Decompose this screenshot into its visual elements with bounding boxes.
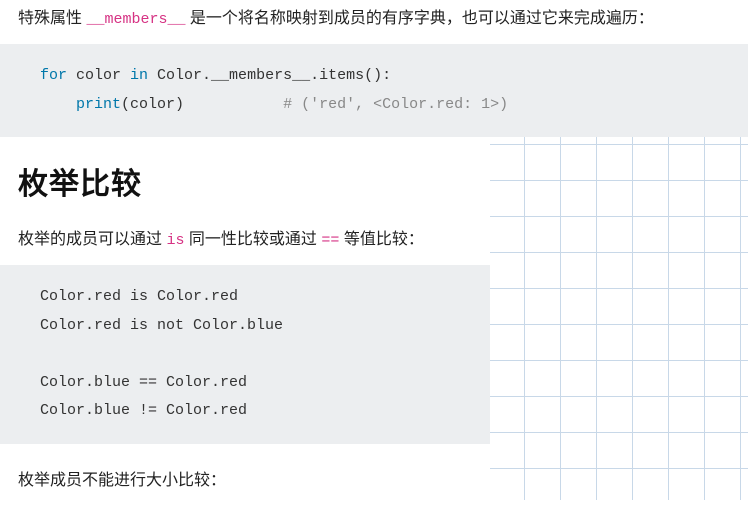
c2l2: Color.red is not Color.blue (40, 317, 283, 334)
code1-print: print (76, 96, 121, 113)
intro-paragraph: 特殊属性 __members__ 是一个将名称映射到成员的有序字典，也可以通过它… (0, 0, 748, 44)
code1-comment: # ('red', <Color.red: 1>) (283, 96, 508, 113)
section-heading: 枚举比较 (0, 137, 490, 221)
article-content: 特殊属性 __members__ 是一个将名称映射到成员的有序字典，也可以通过它… (0, 0, 748, 505)
c2l5: Color.blue != Color.red (40, 402, 247, 419)
code1-rest2: (color) (121, 96, 283, 113)
code1-indent (40, 96, 76, 113)
members-attr: __members__ (86, 11, 185, 28)
is-keyword: is (166, 232, 184, 249)
code1-rest: Color.__members__.items(): (148, 67, 391, 84)
intro-prefix: 特殊属性 (18, 10, 86, 27)
intro-suffix: 是一个将名称映射到成员的有序字典，也可以通过它来完成遍历： (185, 10, 653, 27)
p2-part2: 同一性比较或通过 (184, 231, 321, 248)
eq-keyword: == (321, 232, 339, 249)
kw-in: in (130, 67, 148, 84)
c2l1: Color.red is Color.red (40, 288, 238, 305)
compare-paragraph: 枚举的成员可以通过 is 同一性比较或通过 == 等值比较： (0, 221, 490, 265)
kw-for: for (40, 67, 67, 84)
code-block-2: Color.red is Color.red Color.red is not … (0, 265, 490, 444)
p2-part3: 等值比较： (339, 231, 423, 248)
code-block-1: for color in Color.__members__.items(): … (0, 44, 748, 137)
p2-part1: 枚举的成员可以通过 (18, 231, 166, 248)
para3: 枚举成员不能进行大小比较： (0, 462, 490, 505)
code1-var: color (67, 67, 130, 84)
c2l4: Color.blue == Color.red (40, 374, 247, 391)
spacer (0, 444, 490, 462)
